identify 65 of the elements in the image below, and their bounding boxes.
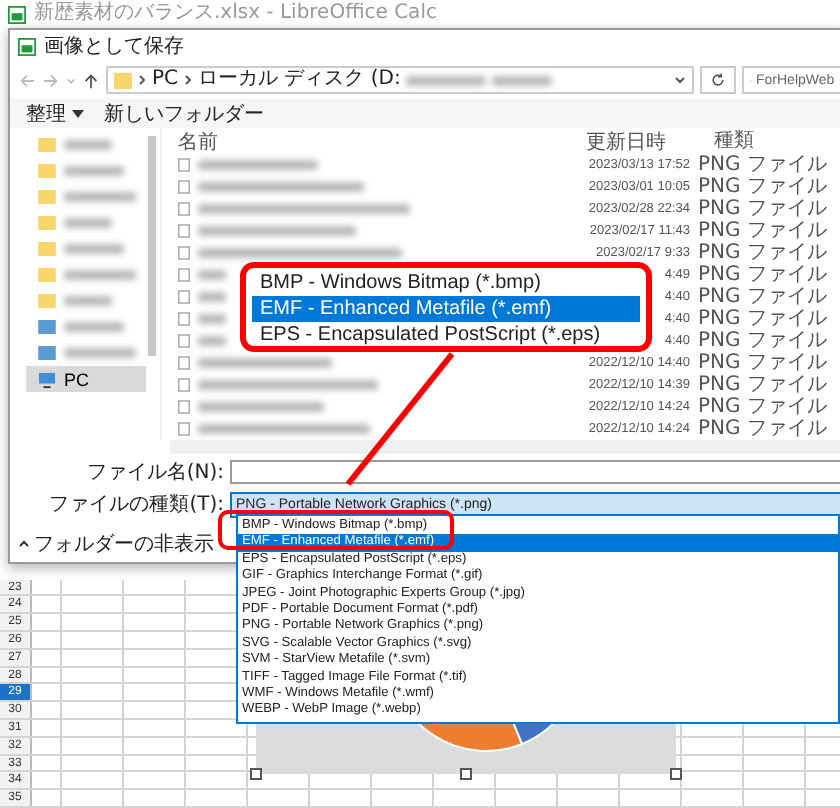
nav-item[interactable]: PC [26, 366, 146, 392]
spreadsheet-icon [18, 37, 36, 55]
blurred-text [198, 402, 324, 412]
blurred-text [64, 348, 136, 358]
type-cell: PNG ファイル [698, 352, 827, 374]
list-option: EPS - Encapsulated PostScript (*.eps) [252, 322, 640, 348]
organize-menu[interactable]: 整理 [26, 99, 84, 127]
file-name-field[interactable] [230, 460, 840, 484]
spreadsheet-icon [8, 5, 26, 23]
blurred-text [64, 244, 124, 254]
blurred-text [198, 358, 332, 368]
type-cell: PNG ファイル [698, 220, 827, 242]
blurred-text [64, 270, 136, 280]
type-cell: PNG ファイル [698, 264, 827, 286]
list-option: EMF - Enhanced Metafile (*.emf) [252, 296, 640, 322]
scrollbar[interactable] [148, 136, 156, 356]
type-cell: PNG ファイル [698, 396, 827, 418]
type-cell: PNG ファイル [698, 154, 827, 176]
type-cell: PNG ファイル [698, 242, 827, 264]
blurred-text [198, 314, 226, 324]
breadcrumb[interactable]: ローカル ディスク (D: [198, 68, 401, 92]
field-label: ファイルの種類(T): [47, 491, 226, 518]
blurred-text [64, 140, 112, 150]
refresh-button[interactable] [700, 66, 736, 94]
app-title: 新歴素材のバランス.xlsx - LibreOffice Calc [34, 0, 437, 28]
hide-folders-toggle[interactable]: フォルダーの非表示 [18, 530, 214, 558]
type-cell: PNG ファイル [698, 330, 827, 352]
folder-icon [114, 70, 132, 90]
blurred-text [198, 292, 226, 302]
type-cell: PNG ファイル [698, 374, 827, 396]
type-cell: PNG ファイル [698, 418, 827, 440]
blurred-text [198, 336, 226, 346]
breadcrumb[interactable]: PC [152, 68, 179, 92]
blurred-text [406, 75, 487, 85]
blurred-text [64, 192, 136, 202]
blurred-text [64, 296, 112, 306]
list-option: BMP - Windows Bitmap (*.bmp) [252, 270, 640, 296]
chevron-icon [138, 74, 146, 86]
blurred-text [198, 160, 318, 170]
forward-arrow-icon[interactable] [42, 71, 60, 89]
new-folder-button[interactable]: 新しいフォルダー [104, 99, 264, 127]
back-arrow-icon[interactable] [18, 71, 36, 89]
monitor-icon [38, 371, 56, 387]
blurred-text [64, 218, 112, 228]
column-header[interactable]: 種類 [714, 130, 754, 152]
caret-icon [72, 107, 84, 119]
blurred-text [198, 270, 226, 280]
type-cell: PNG ファイル [698, 198, 827, 220]
address-bar[interactable]: PC ローカル ディスク (D: [106, 66, 694, 94]
blurred-text [492, 75, 553, 85]
chevron-icon [184, 74, 193, 86]
caret-icon [18, 538, 30, 550]
refresh-icon [710, 72, 726, 88]
up-arrow-icon[interactable] [82, 71, 100, 89]
field-label: ファイル名(N): [84, 460, 226, 486]
column-header[interactable]: 更新日時 [578, 128, 698, 155]
blurred-text [64, 166, 124, 176]
caret-icon[interactable] [674, 74, 686, 86]
type-cell: PNG ファイル [698, 176, 827, 198]
type-cell: PNG ファイル [698, 308, 827, 330]
blurred-text [64, 322, 124, 332]
column-header[interactable]: 名前 [178, 128, 578, 155]
type-cell: PNG ファイル [698, 286, 827, 308]
dialog-title: 画像として保存 [44, 34, 184, 60]
horizontal-scrollbar[interactable] [170, 440, 840, 454]
